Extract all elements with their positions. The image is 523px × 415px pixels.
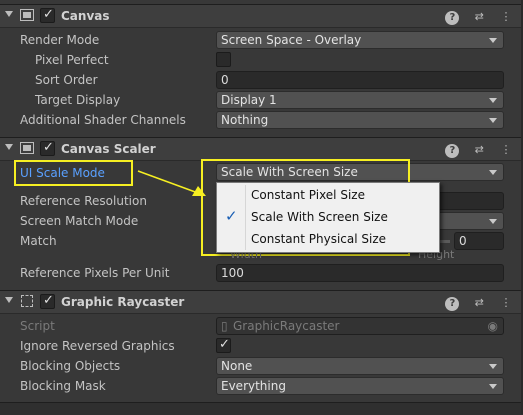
target-display-label: Target Display [35,93,121,107]
popup-option-constant-physical-size[interactable]: Constant Physical Size [251,232,386,246]
help-icon[interactable]: ? [445,11,460,25]
canvas-header[interactable]: ✓ Canvas ? ⇄ ⋮ [0,4,523,28]
more-icon[interactable]: ⋮ [499,296,513,310]
preset-icon[interactable]: ⇄ [472,296,486,310]
chevron-down-icon [489,38,497,43]
target-display-value: Display 1 [221,93,277,107]
chevron-down-icon [489,219,497,224]
canvas-scaler-enabled-checkbox[interactable]: ✓ [40,140,55,156]
blocking-objects-label: Blocking Objects [20,359,121,373]
chevron-down-icon [489,98,497,103]
help-icon[interactable]: ? [445,144,460,158]
canvas-enabled-checkbox[interactable]: ✓ [40,7,55,23]
help-icon[interactable]: ? [445,297,460,311]
preset-icon[interactable]: ⇄ [472,143,486,157]
canvas-scaler-title: Canvas Scaler [61,142,156,156]
shader-channels-value: Nothing [221,113,269,127]
script-field: ▯ GraphicRaycaster ◉ [216,317,504,335]
screen-match-mode-dropdown[interactable] [436,212,504,230]
popup-gutter [245,185,246,250]
bottom-separator [0,402,523,415]
ignore-reversed-label: Ignore Reversed Graphics [20,339,175,353]
script-file-icon: ▯ [221,319,228,333]
script-label: Script [20,319,55,333]
chevron-down-icon [489,384,497,389]
match-label: Match [20,234,57,248]
object-picker-icon[interactable]: ◉ [488,318,498,334]
blocking-mask-dropdown[interactable]: Everything [216,377,504,395]
shader-channels-dropdown[interactable]: Nothing [216,111,504,129]
preset-icon[interactable]: ⇄ [472,10,486,24]
blocking-objects-dropdown[interactable]: None [216,357,504,375]
screen-match-mode-label: Screen Match Mode [20,214,139,228]
shader-channels-label: Additional Shader Channels [20,113,186,127]
raycaster-component-icon [21,295,33,307]
more-icon[interactable]: ⋮ [499,143,513,157]
pixel-perfect-label: Pixel Perfect [35,53,109,67]
blocking-objects-value: None [221,359,253,373]
render-mode-value: Screen Space - Overlay [221,33,362,47]
raycaster-enabled-checkbox[interactable]: ✓ [40,293,55,309]
sort-order-label: Sort Order [35,73,98,87]
popup-option-constant-pixel-size[interactable]: Constant Pixel Size [251,188,365,202]
raycaster-header-icons: ? ⇄ ⋮ [436,295,513,311]
fold-arrow-icon[interactable] [5,144,13,150]
label-highlight-box [14,160,133,186]
chevron-down-icon [489,170,497,175]
ignore-reversed-checkbox[interactable]: ✓ [216,337,231,353]
render-mode-dropdown[interactable]: Screen Space - Overlay [216,31,504,49]
reference-resolution-label: Reference Resolution [20,194,147,208]
canvas-scaler-header[interactable]: ✓ Canvas Scaler ? ⇄ ⋮ [0,137,523,161]
chevron-down-icon [489,118,497,123]
raycaster-title: Graphic Raycaster [61,295,185,309]
blocking-mask-label: Blocking Mask [20,379,106,393]
fold-arrow-icon[interactable] [5,11,13,17]
pixels-per-unit-label: Reference Pixels Per Unit [20,266,170,280]
ui-scale-mode-popup[interactable]: Constant Pixel Size ✓ Scale With Screen … [216,182,440,253]
checkmark-icon: ✓ [225,207,238,225]
blocking-mask-value: Everything [221,379,286,393]
pixels-per-unit-field[interactable]: 100 [216,264,504,282]
render-mode-label: Render Mode [20,33,100,47]
script-value: GraphicRaycaster [233,319,340,333]
graphic-raycaster-header[interactable]: ✓ Graphic Raycaster ? ⇄ ⋮ [0,290,523,314]
pixel-perfect-checkbox[interactable] [216,52,231,67]
canvas-scaler-icon [20,142,34,154]
popup-option-scale-with-screen-size[interactable]: Scale With Screen Size [251,210,388,224]
target-display-dropdown[interactable]: Display 1 [216,91,504,109]
canvas-scaler-header-icons: ? ⇄ ⋮ [436,142,513,158]
canvas-title: Canvas [61,9,110,23]
reference-resolution-y-field[interactable] [436,192,504,210]
more-icon[interactable]: ⋮ [499,10,513,24]
sort-order-field[interactable]: 0 [216,71,504,89]
canvas-header-icons: ? ⇄ ⋮ [436,9,513,25]
canvas-component-icon [20,9,34,21]
fold-arrow-icon[interactable] [5,297,13,303]
chevron-down-icon [489,364,497,369]
match-field[interactable]: 0 [454,232,504,250]
